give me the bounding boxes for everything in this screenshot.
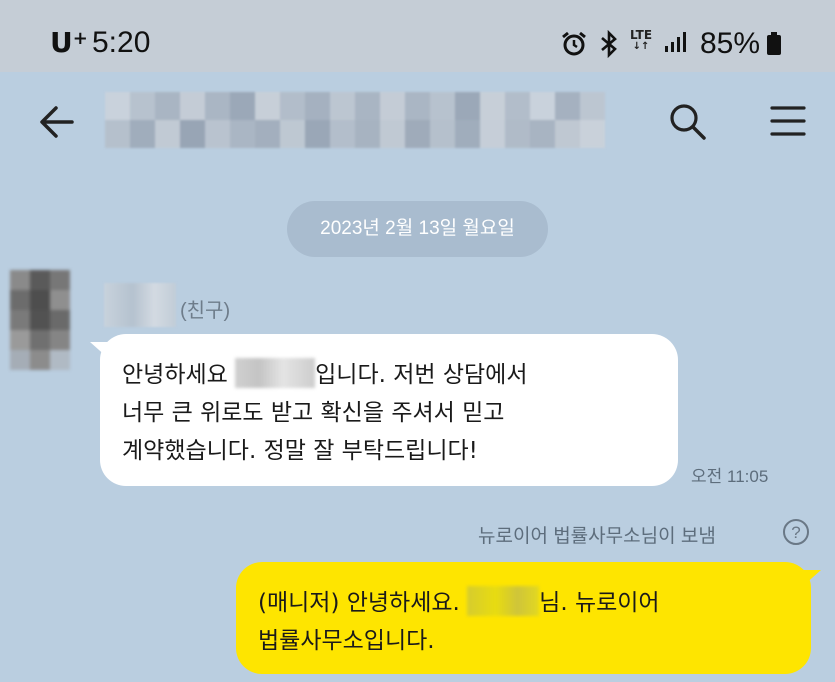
friend-tag: (친구) [180,300,231,322]
help-icon[interactable]: ? [782,518,810,550]
outgoing-line-1: (매니저) 안녕하세요. 님. 뉴로이어 [258,584,789,622]
outgoing-message-bubble[interactable]: (매니저) 안녕하세요. 님. 뉴로이어 법률사무소입니다. [236,562,821,674]
search-icon[interactable] [668,102,708,146]
incoming-timestamp: 오전 11:05 [691,467,769,486]
svg-text:?: ? [791,523,800,542]
chat-title-redacted [105,92,605,148]
sent-by-label: 뉴로이어 법률사무소님이 보냄 [478,526,716,547]
clock: 5:20 [92,26,151,59]
incoming-line-2: 너무 큰 위로도 받고 확신을 주셔서 믿고 [122,400,505,426]
outgoing-line-2: 법률사무소입니다. [258,628,435,654]
date-divider: 2023년 2월 13일 월요일 [287,201,548,257]
redacted-name [235,358,316,388]
friend-name-redacted [104,283,176,327]
alarm-icon [560,30,588,62]
carrier-label: U+ [50,26,88,59]
bluetooth-icon [598,29,620,62]
back-arrow-icon[interactable] [38,104,76,144]
friend-avatar-redacted[interactable] [10,270,70,370]
incoming-line-3: 계약했습니다. 정말 잘 부탁드립니다! [122,438,478,464]
battery-percent: 85% [700,27,761,60]
battery-icon [766,32,782,60]
menu-icon[interactable] [770,104,806,142]
lte-icon: LTE ↓↑ [630,28,653,52]
signal-icon [664,32,688,58]
incoming-message-bubble[interactable]: 안녕하세요 입니다. 저번 상담에서 너무 큰 위로도 받고 확신을 주셔서 믿… [90,334,678,486]
redacted-name [467,586,540,616]
incoming-line-1: 안녕하세요 입니다. 저번 상담에서 [122,356,656,394]
